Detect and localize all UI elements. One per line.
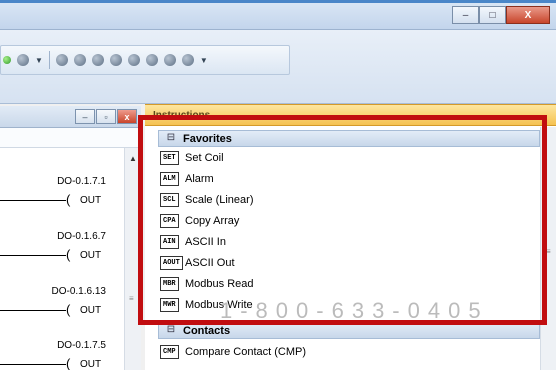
chevron-down-icon[interactable]: ▼ — [200, 56, 208, 65]
maximize-button[interactable]: □ — [479, 6, 506, 24]
ladder-editor-panel: – ▫ x DO-0.1.7.1 ( OUT DO-0.1.6.7 ( OUT … — [0, 106, 141, 370]
rung-op: OUT — [80, 359, 102, 370]
group-label: Contacts — [183, 325, 231, 337]
panel-restore-button[interactable]: ▫ — [96, 109, 116, 124]
rung-address: DO-0.1.7.1 — [57, 176, 106, 187]
title-edge — [0, 0, 556, 3]
scroll-grip-icon[interactable]: ≡ — [129, 294, 134, 303]
close-button[interactable]: X — [506, 6, 550, 24]
toolbar-area: ▼ ▼ — [0, 30, 556, 104]
module-icon[interactable] — [109, 54, 122, 66]
instruction-item[interactable]: CMP Compare Contact (CMP) — [158, 342, 540, 363]
rung-op: OUT — [80, 305, 102, 316]
window-titlebar: – □ X — [0, 0, 556, 30]
rung-wire — [0, 364, 66, 365]
coil-icon: ( — [66, 192, 71, 207]
rung-address: DO-0.1.6.7 — [57, 231, 106, 242]
rung-wire — [0, 200, 66, 201]
scroll-up-icon[interactable]: ▲ — [129, 154, 137, 163]
rung-op: OUT — [80, 250, 102, 261]
rung-address: DO-0.1.7.5 — [57, 340, 106, 351]
gear-icon[interactable] — [55, 54, 68, 66]
coil-icon: ( — [66, 356, 71, 370]
rung-address: DO-0.1.6.13 — [51, 286, 106, 297]
config-icon[interactable] — [127, 54, 140, 66]
rung-op: OUT — [80, 195, 102, 206]
ladder-rung[interactable]: DO-0.1.6.13 ( OUT — [0, 286, 124, 326]
rung-wire — [0, 255, 66, 256]
ladder-panel-controls: – ▫ x — [75, 109, 137, 124]
ladder-rung[interactable]: DO-0.1.6.7 ( OUT — [0, 231, 124, 271]
monitor-icon[interactable] — [163, 54, 176, 66]
collapse-icon[interactable]: ⊟ — [166, 325, 176, 335]
toolbar: ▼ ▼ — [0, 45, 290, 75]
network-icon[interactable] — [73, 54, 86, 66]
ladder-rung[interactable]: DO-0.1.7.5 ( OUT — [0, 340, 124, 370]
run-icon[interactable] — [3, 56, 11, 64]
ladder-rung[interactable]: DO-0.1.7.1 ( OUT — [0, 176, 124, 216]
window-controls: – □ X — [452, 6, 550, 24]
toolbar-separator — [48, 51, 50, 69]
settings-icon[interactable] — [91, 54, 104, 66]
panel-minimize-button[interactable]: – — [75, 109, 95, 124]
tools-icon[interactable] — [181, 54, 194, 66]
connect-icon[interactable] — [17, 54, 29, 66]
user-icon[interactable] — [145, 54, 158, 66]
coil-icon: ( — [66, 247, 71, 262]
minimize-button[interactable]: – — [452, 6, 479, 24]
instruction-label: Compare Contact (CMP) — [185, 346, 307, 358]
rung-wire — [0, 310, 66, 311]
chevron-down-icon[interactable]: ▼ — [35, 56, 43, 65]
ladder-panel-header: – ▫ x — [0, 106, 141, 128]
panel-close-button[interactable]: x — [117, 109, 137, 124]
coil-icon: ( — [66, 302, 71, 317]
instruction-icon: CMP — [160, 345, 179, 359]
phone-watermark: 1-800-633-0405 — [220, 298, 489, 323]
highlight-box — [138, 115, 547, 325]
ladder-ruler — [0, 128, 141, 148]
